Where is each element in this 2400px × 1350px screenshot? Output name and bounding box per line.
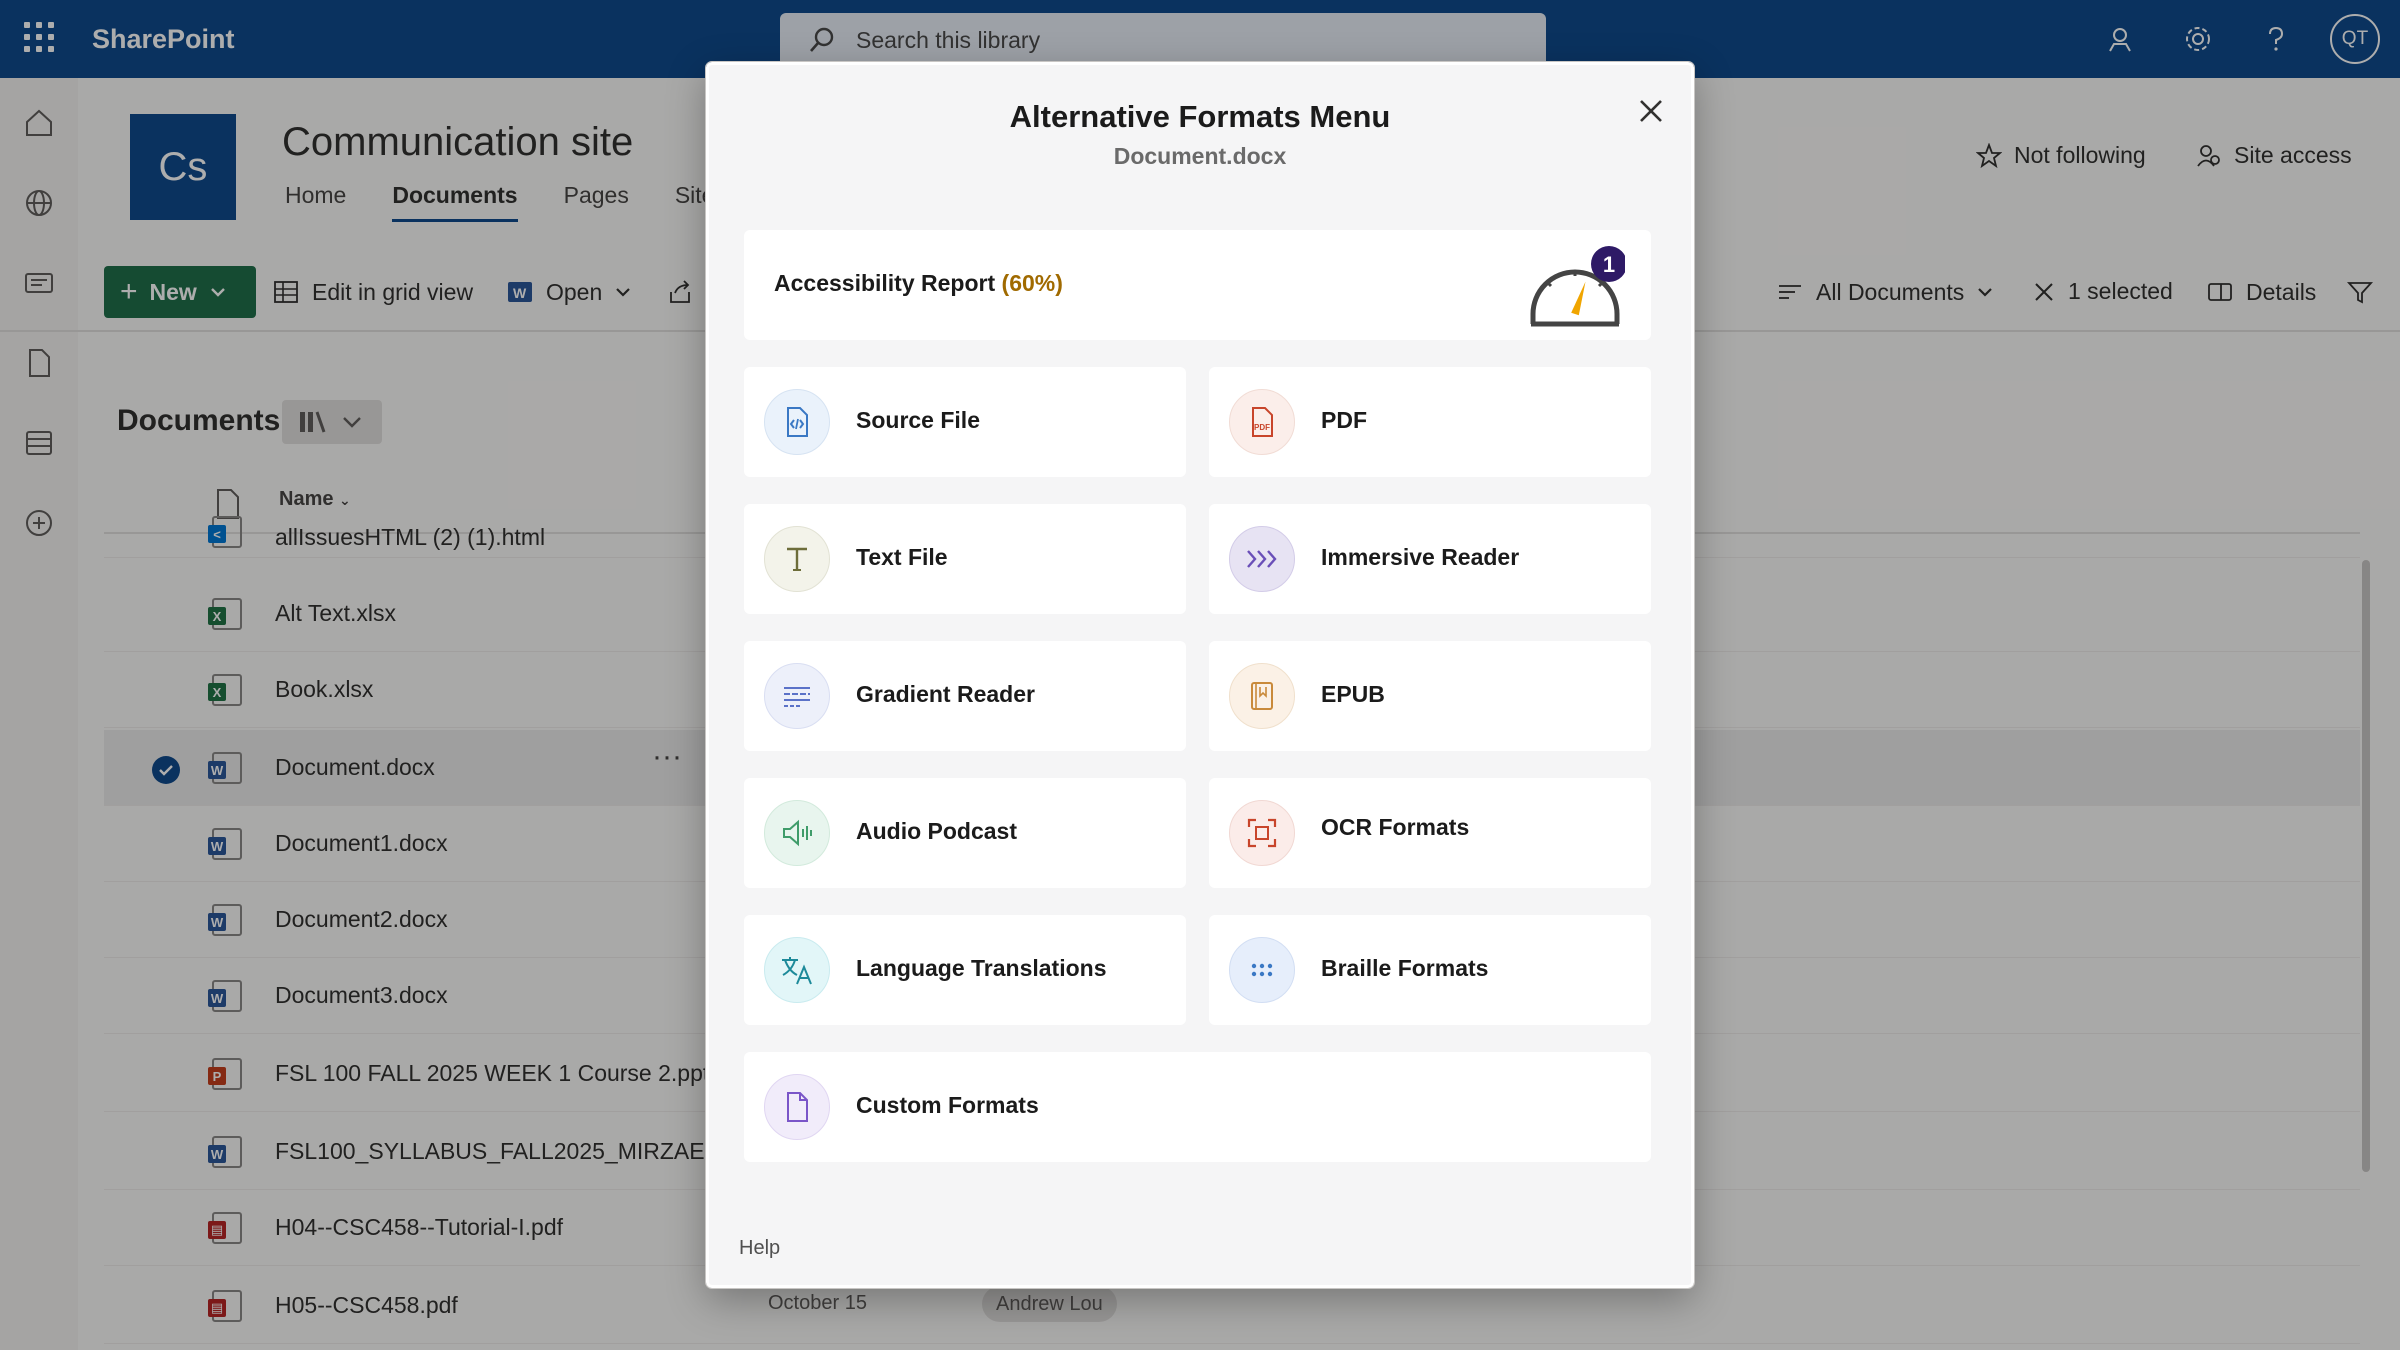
option-label: Custom Formats: [856, 1092, 1039, 1118]
accessibility-percent: (60%): [1001, 270, 1063, 296]
option-label: PDF: [1321, 407, 1367, 433]
blank-page-icon: [764, 1074, 830, 1140]
language-translations-option[interactable]: Language Translations: [744, 915, 1186, 1025]
option-label: Text File: [856, 544, 948, 570]
ocr-formats-option[interactable]: OCR Formats: [1209, 778, 1651, 888]
pdf-icon: PDF: [1229, 389, 1295, 455]
help-link[interactable]: Help: [739, 1237, 780, 1260]
source-file-option[interactable]: Source File: [744, 367, 1186, 477]
braille-formats-option[interactable]: Braille Formats: [1209, 915, 1651, 1025]
scan-icon: [1229, 800, 1295, 866]
pdf-option[interactable]: PDF PDF: [1209, 367, 1651, 477]
accessibility-report-label: Accessibility Report (60%): [774, 270, 1063, 296]
dialog-title: Alternative Formats Menu: [1009, 99, 1391, 134]
code-file-icon: [764, 389, 830, 455]
accessibility-report-button[interactable]: Accessibility Report (60%) 1: [744, 230, 1651, 340]
text-t-icon: [764, 526, 830, 592]
close-icon: [1640, 100, 1662, 122]
option-label: Language Translations: [856, 955, 1107, 981]
option-label: Gradient Reader: [856, 681, 1035, 707]
translate-icon: [764, 937, 830, 1003]
speaker-icon: [764, 800, 830, 866]
option-label: Audio Podcast: [856, 818, 1018, 844]
close-button[interactable]: [1631, 91, 1671, 131]
braille-dots-icon: [1229, 937, 1295, 1003]
alternative-formats-dialog: Alternative Formats Menu Document.docx A…: [705, 61, 1695, 1289]
option-label: Braille Formats: [1321, 955, 1489, 981]
notification-badge: 1: [1603, 252, 1615, 277]
option-label: EPUB: [1321, 681, 1385, 707]
immersive-reader-option[interactable]: Immersive Reader: [1209, 504, 1651, 614]
immersive-reader-icon: [1229, 526, 1295, 592]
gradient-lines-icon: [764, 663, 830, 729]
gradient-reader-option[interactable]: Gradient Reader: [744, 641, 1186, 751]
svg-text:PDF: PDF: [1254, 423, 1270, 432]
text-file-option[interactable]: Text File: [744, 504, 1186, 614]
option-label: Source File: [856, 407, 980, 433]
epub-option[interactable]: EPUB: [1209, 641, 1651, 751]
custom-formats-option[interactable]: Custom Formats: [744, 1052, 1651, 1162]
option-label: OCR Formats: [1321, 814, 1470, 840]
audio-podcast-option[interactable]: Audio Podcast: [744, 778, 1186, 888]
book-icon: [1229, 663, 1295, 729]
option-label: Immersive Reader: [1321, 544, 1520, 570]
accessibility-gauge-icon: 1: [1530, 246, 1625, 327]
dialog-subtitle: Document.docx: [1113, 143, 1287, 169]
